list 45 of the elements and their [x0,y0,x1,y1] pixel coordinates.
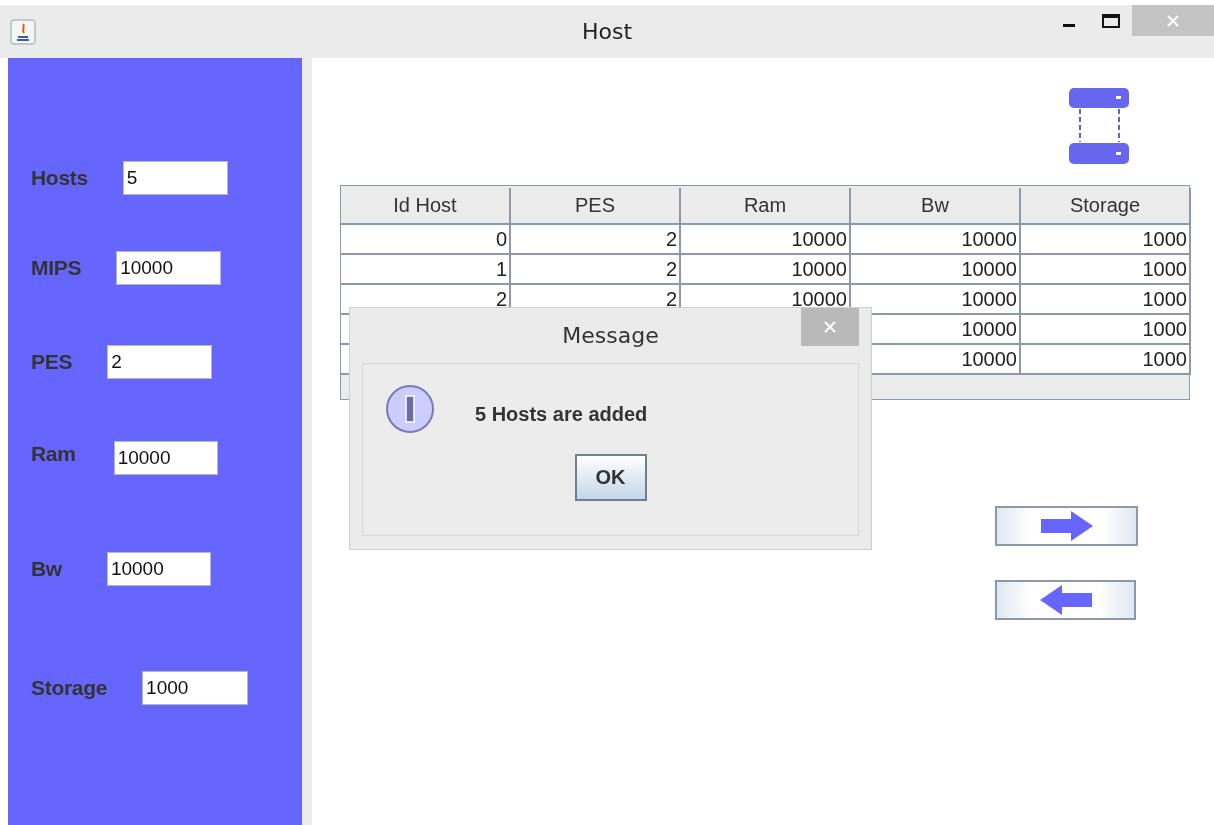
field-label: Storage [31,676,108,700]
column-header[interactable]: Bw [851,188,1021,225]
table-cell: 2 [511,225,681,255]
table-cell: 10000 [851,225,1021,255]
input-field[interactable]: 10000 [116,251,222,285]
field-label: Ram [31,442,76,466]
close-icon [1166,13,1180,28]
input-field[interactable]: 10000 [106,552,211,586]
table-cell: 1000 [1021,345,1191,375]
field-label: Bw [31,557,62,581]
table-cell: 10000 [681,255,851,285]
table-cell: 0 [341,225,511,255]
input-field[interactable]: 2 [107,345,213,379]
ok-button[interactable]: OK [574,454,647,501]
back-button[interactable] [995,580,1136,620]
dialog-message: 5 Hosts are added [475,402,648,426]
table-cell: 10000 [851,285,1021,315]
forward-button[interactable] [995,506,1138,546]
input-field[interactable]: 10000 [113,441,218,475]
dialog-title: Message [562,323,659,348]
table-cell: 1000 [1021,225,1191,255]
column-header[interactable]: Id Host [341,188,511,225]
input-field[interactable]: 1000 [142,671,249,705]
table-cell: 1 [341,255,511,285]
table-cell: 10000 [681,225,851,255]
input-field[interactable]: 5 [122,161,228,195]
maximize-icon [1102,13,1120,28]
info-icon [385,384,437,436]
right-arrow-icon [1038,510,1095,542]
table-cell: 1000 [1021,315,1191,345]
minimize-icon [1063,24,1075,27]
table-cell: 2 [511,255,681,285]
column-header[interactable]: Ram [681,188,851,225]
window-title: Host [581,19,633,44]
table-cell: 10000 [851,255,1021,285]
table-cell: 1000 [1021,285,1191,315]
table-cell: 1000 [1021,255,1191,285]
close-icon [823,320,837,334]
app-icon[interactable] [10,18,36,45]
server-icon[interactable] [1068,87,1130,165]
column-header[interactable]: Storage [1021,188,1191,225]
column-header[interactable]: PES [511,188,681,225]
field-label: MIPS [31,256,82,280]
field-label: Hosts [31,166,88,190]
field-label: PES [31,350,73,374]
